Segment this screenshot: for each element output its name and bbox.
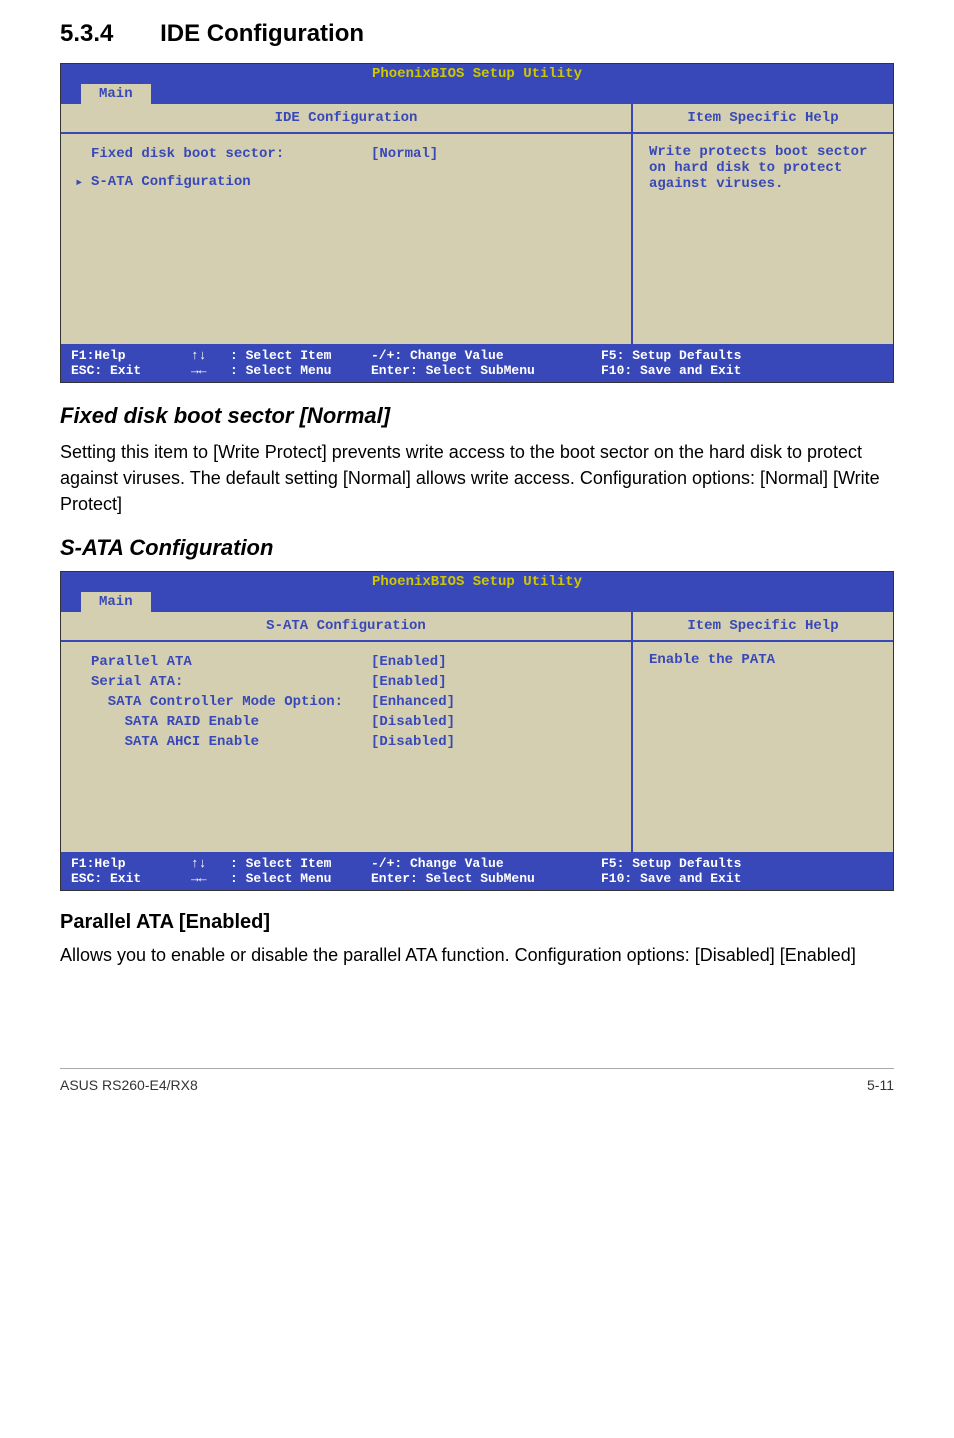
subheading-sata-config: S-ATA Configuration	[60, 535, 894, 561]
help-text: Write protects boot sector on hard disk …	[633, 134, 893, 202]
bios-content: Parallel ATA [Enabled] Serial ATA: [Enab…	[61, 642, 631, 852]
key-f1-help: F1:Help	[71, 856, 191, 871]
tab-main[interactable]: Main	[81, 592, 151, 612]
key-f5-defaults: F5: Setup Defaults	[601, 856, 883, 871]
key-f1-help: F1:Help	[71, 348, 191, 363]
setting-value: [Enabled]	[371, 674, 621, 690]
bios-title-bar: PhoenixBIOS Setup Utility	[61, 64, 893, 84]
bios-left-panel: IDE Configuration Fixed disk boot sector…	[61, 104, 633, 344]
setting-serial-ata[interactable]: Serial ATA: [Enabled]	[71, 672, 621, 692]
setting-value: [Enhanced]	[371, 694, 621, 710]
setting-value: [Disabled]	[371, 714, 621, 730]
panel-header: IDE Configuration	[61, 104, 631, 134]
subheading-parallel-ata: Parallel ATA [Enabled]	[60, 911, 894, 934]
key-f10-save: F10: Save and Exit	[601, 871, 883, 886]
bios-footer: F1:Help ESC: Exit ↑↓ : Select Item →← : …	[61, 852, 893, 890]
help-header: Item Specific Help	[633, 612, 893, 642]
key-enter-submenu: Enter: Select SubMenu	[371, 363, 601, 378]
bios-window-ide-config: PhoenixBIOS Setup Utility Main IDE Confi…	[60, 63, 894, 383]
setting-label: Serial ATA:	[71, 674, 371, 690]
setting-label: Parallel ATA	[71, 654, 371, 670]
paragraph-parallel-ata: Allows you to enable or disable the para…	[60, 942, 894, 968]
bios-tab-row: Main	[61, 84, 893, 104]
setting-label: SATA AHCI Enable	[71, 734, 371, 750]
submenu-arrow-icon: ▸	[75, 174, 83, 191]
setting-value: [Normal]	[371, 146, 621, 162]
footer-product: ASUS RS260-E4/RX8	[60, 1077, 198, 1093]
footer-col1: F1:Help ESC: Exit	[71, 856, 191, 886]
bios-title: PhoenixBIOS Setup Utility	[61, 64, 893, 84]
setting-value: [Enabled]	[371, 654, 621, 670]
help-header: Item Specific Help	[633, 104, 893, 134]
bios-help-panel: Item Specific Help Write protects boot s…	[633, 104, 893, 344]
key-esc-exit: ESC: Exit	[71, 871, 191, 886]
setting-label: SATA Controller Mode Option:	[71, 694, 371, 710]
footer-col1: F1:Help ESC: Exit	[71, 348, 191, 378]
section-number: 5.3.4	[60, 20, 113, 48]
footer-col3: -/+: Change Value Enter: Select SubMenu	[371, 856, 601, 886]
key-esc-exit: ESC: Exit	[71, 363, 191, 378]
key-change-value: -/+: Change Value	[371, 348, 601, 363]
panel-header: S-ATA Configuration	[61, 612, 631, 642]
bios-title-bar: PhoenixBIOS Setup Utility	[61, 572, 893, 592]
bios-content: Fixed disk boot sector: [Normal] ▸ S-ATA…	[61, 134, 631, 344]
setting-label: SATA RAID Enable	[71, 714, 371, 730]
key-change-value: -/+: Change Value	[371, 856, 601, 871]
footer-col2: ↑↓ : Select Item →← : Select Menu	[191, 348, 371, 378]
setting-parallel-ata[interactable]: Parallel ATA [Enabled]	[71, 652, 621, 672]
arrows-v-icon: ↑↓	[191, 348, 207, 363]
arrows-v-icon: ↑↓	[191, 856, 207, 871]
footer-col4: F5: Setup Defaults F10: Save and Exit	[601, 348, 883, 378]
arrows-h-icon: →←	[191, 363, 207, 378]
setting-sata-controller-mode[interactable]: SATA Controller Mode Option: [Enhanced]	[71, 692, 621, 712]
footer-page-number: 5-11	[867, 1077, 894, 1093]
bios-help-panel: Item Specific Help Enable the PATA	[633, 612, 893, 852]
paragraph-fixed-disk: Setting this item to [Write Protect] pre…	[60, 439, 894, 517]
footer-col3: -/+: Change Value Enter: Select SubMenu	[371, 348, 601, 378]
key-nav-v: ↑↓ : Select Item	[191, 856, 371, 871]
bios-tab-row: Main	[61, 592, 893, 612]
key-f10-save: F10: Save and Exit	[601, 363, 883, 378]
bios-footer: F1:Help ESC: Exit ↑↓ : Select Item →← : …	[61, 344, 893, 382]
bios-body: IDE Configuration Fixed disk boot sector…	[61, 104, 893, 344]
section-title: IDE Configuration	[160, 20, 364, 47]
setting-sata-raid-enable[interactable]: SATA RAID Enable [Disabled]	[71, 712, 621, 732]
setting-fixed-disk[interactable]: Fixed disk boot sector: [Normal]	[71, 144, 621, 164]
bios-body: S-ATA Configuration Parallel ATA [Enable…	[61, 612, 893, 852]
key-f5-defaults: F5: Setup Defaults	[601, 348, 883, 363]
key-nav-h: →← : Select Menu	[191, 363, 371, 378]
submenu-sata-config[interactable]: ▸ S-ATA Configuration	[71, 172, 621, 192]
tab-main[interactable]: Main	[81, 84, 151, 104]
footer-col2: ↑↓ : Select Item →← : Select Menu	[191, 856, 371, 886]
arrows-h-icon: →←	[191, 871, 207, 886]
section-heading: 5.3.4 IDE Configuration	[60, 20, 894, 48]
key-enter-submenu: Enter: Select SubMenu	[371, 871, 601, 886]
bios-title: PhoenixBIOS Setup Utility	[61, 572, 893, 592]
footer-col4: F5: Setup Defaults F10: Save and Exit	[601, 856, 883, 886]
setting-value: [Disabled]	[371, 734, 621, 750]
bios-left-panel: S-ATA Configuration Parallel ATA [Enable…	[61, 612, 633, 852]
setting-label: Fixed disk boot sector:	[71, 146, 371, 162]
key-nav-v: ↑↓ : Select Item	[191, 348, 371, 363]
bios-window-sata-config: PhoenixBIOS Setup Utility Main S-ATA Con…	[60, 571, 894, 891]
setting-sata-ahci-enable[interactable]: SATA AHCI Enable [Disabled]	[71, 732, 621, 752]
page-footer: ASUS RS260-E4/RX8 5-11	[60, 1068, 894, 1093]
submenu-label: S-ATA Configuration	[71, 174, 371, 190]
subheading-fixed-disk: Fixed disk boot sector [Normal]	[60, 403, 894, 429]
help-text: Enable the PATA	[633, 642, 893, 678]
key-nav-h: →← : Select Menu	[191, 871, 371, 886]
